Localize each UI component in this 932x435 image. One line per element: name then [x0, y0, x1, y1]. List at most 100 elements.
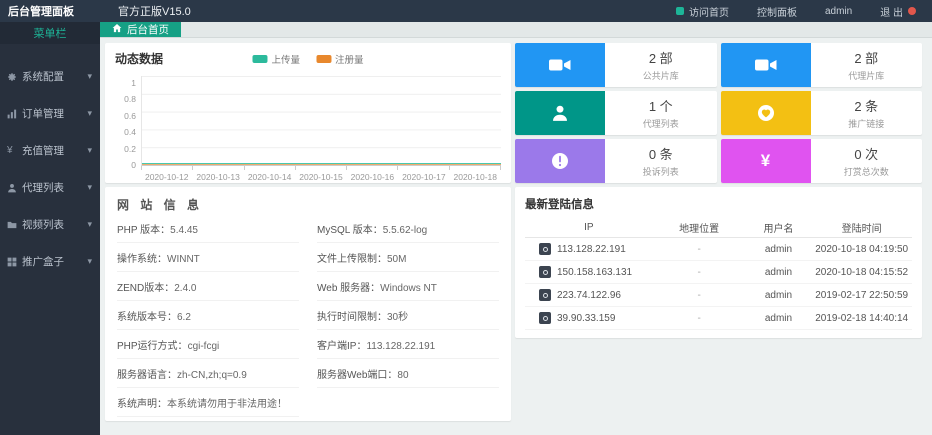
- column-header: 登陆时间: [811, 220, 912, 235]
- chevron-down-icon: ▾: [87, 219, 92, 230]
- stat-value: 2 条: [854, 96, 878, 115]
- exclamation-circle-icon: [515, 139, 605, 183]
- sidebar-item-label: 系统配置: [22, 69, 87, 84]
- chevron-down-icon: ▾: [87, 182, 92, 193]
- info-label: MySQL 版本：: [317, 225, 383, 236]
- ip-cell: 113.128.22.191: [525, 243, 653, 255]
- legend-label: 注册量: [335, 52, 364, 66]
- stat-card-agent-films[interactable]: 2 部代理片库: [721, 43, 923, 87]
- login-info-panel: 最新登陆信息 IP地理位置用户名登陆时间113.128.22.191-admin…: [515, 187, 922, 338]
- column-header: 地理位置: [653, 220, 746, 235]
- info-label: 服务器Web端口：: [317, 370, 397, 381]
- info-value: 5.4.45: [170, 225, 198, 236]
- info-row: 文件上传限制：50M: [317, 243, 499, 272]
- info-row: MySQL 版本：5.5.62-log: [317, 214, 499, 243]
- x-tick-label: 2020-10-16: [347, 172, 398, 182]
- top-header: 后台管理面板 官方正版V15.0 访问首页 控制面板 admin 退 出: [0, 0, 932, 22]
- sidebar-item-system-config[interactable]: 系统配置▾: [0, 58, 100, 95]
- stat-text: 0 条投诉列表: [605, 139, 717, 183]
- version-label: 官方正版V15.0: [118, 3, 191, 19]
- x-tick: [347, 166, 398, 170]
- sidebar-item-label: 视频列表: [22, 217, 87, 232]
- sidebar-item-agent-list[interactable]: 代理列表▾: [0, 169, 100, 206]
- sidebar-item-order-manage[interactable]: 订单管理▾: [0, 95, 100, 132]
- header-nav: 访问首页 控制面板 admin 退 出: [676, 4, 932, 19]
- y-tick-label: 0.8: [124, 95, 136, 103]
- info-row: 系统声明：本系统请勿用于非法用途！: [117, 388, 299, 417]
- info-label: 系统版本号：: [117, 312, 177, 323]
- stat-card-agent-count[interactable]: 1 个代理列表: [515, 91, 717, 135]
- y-tick-label: 0.2: [124, 145, 136, 153]
- sidebar-item-label: 订单管理: [22, 106, 87, 121]
- x-tick: [296, 166, 347, 170]
- chart-y-axis: 10.80.60.40.20: [115, 79, 141, 169]
- stat-text: 2 条推广链接: [811, 91, 923, 135]
- stat-card-reward-count[interactable]: ¥0 次打赏总次数: [721, 139, 923, 183]
- site-info-panel: 网 站 信 息 PHP 版本：5.4.45操作系统：WINNTZEND版本：2.…: [105, 187, 511, 421]
- x-tick-label: 2020-10-18: [450, 172, 501, 182]
- login-table-header: IP地理位置用户名登陆时间: [525, 217, 912, 238]
- sidebar-item-label: 推广盒子: [22, 254, 87, 269]
- info-row: 执行时间限制：30秒: [317, 301, 499, 330]
- sidebar-item-label: 充值管理: [22, 143, 87, 158]
- info-row: PHP运行方式：cgi-fcgi: [117, 330, 299, 359]
- tab-label: 后台首页: [127, 22, 169, 37]
- info-label: 文件上传限制：: [317, 254, 387, 265]
- nav-item-admin[interactable]: admin: [825, 6, 852, 17]
- dynamic-data-chart-panel: 动态数据 上传量注册量 10.80.60.40.20 2020-10-12202…: [105, 43, 511, 183]
- nav-item-label: 访问首页: [689, 4, 729, 19]
- nav-item-logout[interactable]: 退 出: [880, 4, 916, 19]
- stat-label: 投诉列表: [643, 165, 679, 178]
- login-time-cell: 2020-10-18 04:19:50: [811, 244, 912, 255]
- sidebar-item-promo-box[interactable]: 推广盒子▾: [0, 243, 100, 280]
- legend-label: 上传量: [271, 52, 300, 66]
- user-icon: [7, 183, 22, 193]
- location-cell: -: [653, 267, 746, 278]
- nav-item-visit-home[interactable]: 访问首页: [676, 4, 729, 19]
- table-row: 223.74.122.96-admin2019-02-17 22:50:59: [525, 284, 912, 307]
- legend-item[interactable]: 上传量: [252, 52, 300, 66]
- stat-value: 2 部: [854, 48, 878, 67]
- bar-chart-icon: [7, 109, 22, 119]
- info-value: zh-CN,zh;q=0.9: [177, 370, 247, 381]
- stats-grid: 2 部公共片库2 部代理片库1 个代理列表 2 条推广链接 0 条投诉列表¥0 次打…: [515, 43, 922, 183]
- sidebar-item-video-list[interactable]: 视频列表▾: [0, 206, 100, 243]
- site-info-title: 网 站 信 息: [117, 196, 499, 213]
- tab-dashboard[interactable]: 后台首页: [100, 22, 181, 37]
- sidebar-item-recharge-manage[interactable]: ¥充值管理▾: [0, 132, 100, 169]
- legend-item[interactable]: 注册量: [316, 52, 364, 66]
- info-value: 5.5.62-log: [383, 225, 427, 236]
- chevron-down-icon: ▾: [87, 256, 92, 267]
- location-cell: -: [653, 313, 746, 324]
- ip-badge-icon: [539, 266, 551, 278]
- nav-item-control-panel[interactable]: 控制面板: [757, 4, 797, 19]
- video-camera-icon: [515, 43, 605, 87]
- info-value: Windows NT: [380, 283, 437, 294]
- stat-card-public-films[interactable]: 2 部公共片库: [515, 43, 717, 87]
- sidebar-title: 菜单栏: [0, 22, 100, 44]
- info-value: cgi-fcgi: [188, 341, 220, 352]
- ip-badge-icon: [539, 312, 551, 324]
- app-title: 后台管理面板: [0, 3, 118, 19]
- stat-text: 0 次打赏总次数: [811, 139, 923, 183]
- nav-item-label: 退 出: [880, 4, 903, 19]
- stat-card-promo-links[interactable]: 2 条推广链接: [721, 91, 923, 135]
- chart-x-ticks: [141, 166, 501, 170]
- x-tick-label: 2020-10-14: [244, 172, 295, 182]
- site-info-right-column: MySQL 版本：5.5.62-log文件上传限制：50MWeb 服务器：Win…: [317, 214, 499, 417]
- stat-text: 1 个代理列表: [605, 91, 717, 135]
- stat-card-complaints[interactable]: 0 条投诉列表: [515, 139, 717, 183]
- legend-swatch-icon: [252, 55, 267, 63]
- x-tick-label: 2020-10-13: [192, 172, 243, 182]
- info-label: PHP运行方式：: [117, 341, 188, 352]
- info-row: 服务器语言：zh-CN,zh;q=0.9: [117, 359, 299, 388]
- info-label: ZEND版本：: [117, 283, 174, 294]
- gear-icon: [7, 72, 22, 82]
- legend-swatch-icon: [316, 55, 331, 63]
- login-time-cell: 2019-02-17 22:50:59: [811, 290, 912, 301]
- y-tick-label: 0.6: [124, 112, 136, 120]
- chevron-down-icon: ▾: [87, 108, 92, 119]
- ip-value: 223.74.122.96: [557, 290, 621, 301]
- series-register-line: [142, 164, 501, 165]
- x-tick-label: 2020-10-12: [141, 172, 192, 182]
